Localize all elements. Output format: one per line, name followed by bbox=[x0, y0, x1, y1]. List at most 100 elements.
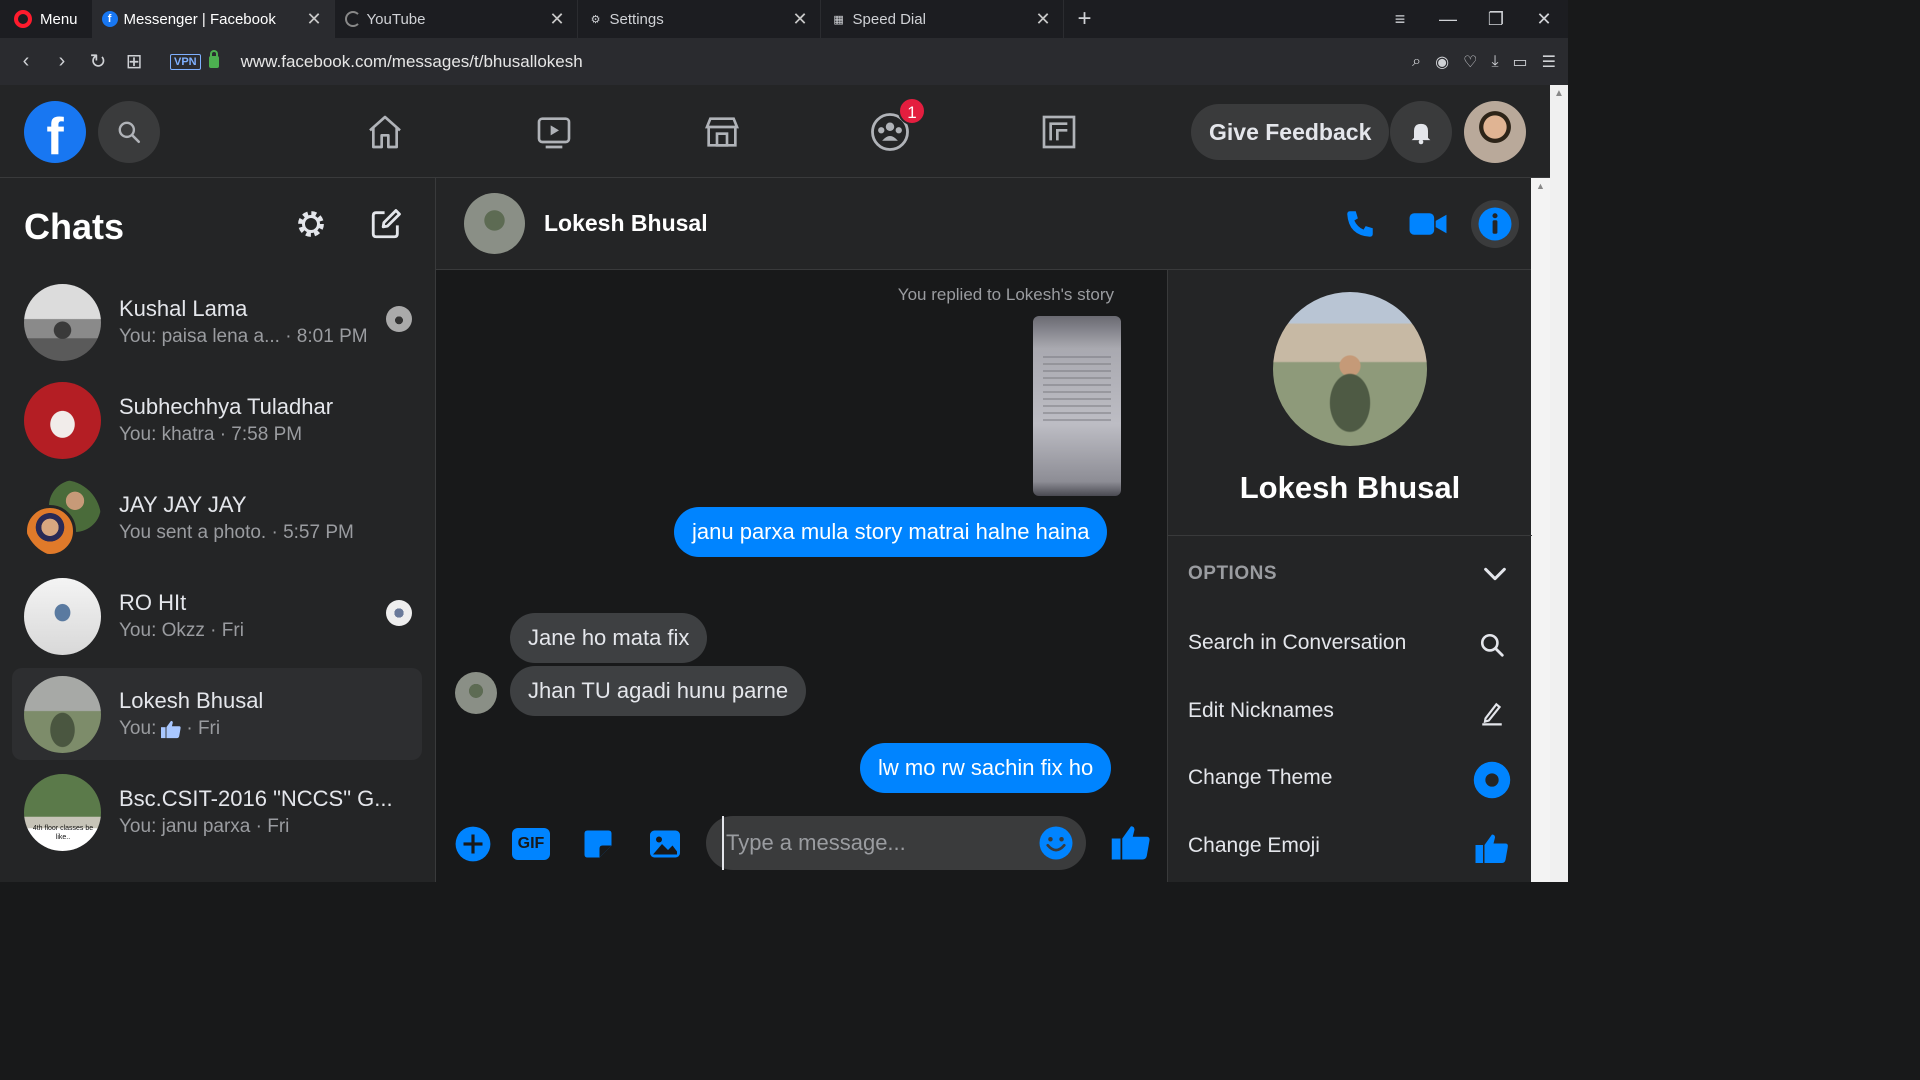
chat-name: Bsc.CSIT-2016 "NCCS" G... bbox=[119, 786, 393, 811]
avatar-caption: 4th floor classes be like.. bbox=[32, 825, 94, 841]
tab-youtube[interactable]: YouTube ✕ bbox=[335, 0, 578, 38]
info-avatar[interactable] bbox=[1273, 292, 1427, 446]
message-bubble-outgoing[interactable]: janu parxa mula story matrai halne haina bbox=[674, 507, 1108, 557]
chat-item[interactable]: Subhechhya Tuladhar You: khatra · 7:58 P… bbox=[12, 374, 422, 466]
home-icon bbox=[369, 115, 401, 149]
plus-circle-icon bbox=[455, 826, 491, 862]
conversation-name[interactable]: Lokesh Bhusal bbox=[544, 210, 708, 237]
battery-icon[interactable]: ▭ bbox=[1513, 52, 1528, 72]
tab-title: Messenger | Facebook bbox=[123, 10, 276, 28]
chevron-down-icon[interactable] bbox=[1481, 560, 1509, 588]
message-bubble-outgoing[interactable]: lw mo rw sachin fix ho bbox=[860, 743, 1112, 793]
nav-groups[interactable]: 1 bbox=[860, 97, 926, 159]
photo-button[interactable] bbox=[645, 824, 685, 864]
reload-icon[interactable]: ↻ bbox=[80, 49, 116, 74]
close-window-icon[interactable]: ✕ bbox=[1520, 9, 1568, 30]
scroll-up-icon[interactable]: ▲ bbox=[1550, 88, 1568, 99]
grid-icon: ▦ bbox=[833, 13, 844, 26]
search-button[interactable] bbox=[98, 101, 160, 163]
scroll-up-icon[interactable]: ▲ bbox=[1531, 181, 1550, 191]
chat-item[interactable]: JAY JAY JAY You sent a photo. · 5:57 PM bbox=[12, 472, 422, 564]
chat-name: Subhechhya Tuladhar bbox=[119, 394, 334, 419]
option-change-theme[interactable]: Change Theme bbox=[1168, 751, 1532, 807]
gear-icon bbox=[298, 211, 324, 237]
tab-messenger[interactable]: f Messenger | Facebook ✕ bbox=[91, 0, 335, 38]
message-input[interactable] bbox=[722, 816, 1022, 870]
nav-watch[interactable] bbox=[524, 105, 584, 159]
send-like-button[interactable] bbox=[1109, 820, 1153, 864]
avatar bbox=[24, 676, 101, 753]
bell-icon bbox=[1411, 123, 1431, 145]
zoom-icon[interactable]: ⌕ bbox=[1412, 53, 1421, 71]
audio-call-button[interactable] bbox=[1336, 200, 1384, 248]
easy-setup-icon[interactable]: ☰ bbox=[1542, 52, 1556, 72]
story-thumbnail[interactable] bbox=[1033, 316, 1121, 496]
chats-sidebar: Chats Kushal Lama You: paisa lena a... ·… bbox=[0, 178, 436, 882]
new-message-button[interactable] bbox=[364, 202, 408, 246]
gear-icon: ⚙ bbox=[590, 13, 601, 26]
option-change-emoji[interactable]: Change Emoji bbox=[1168, 819, 1532, 875]
chat-item[interactable]: RO HIt You: Okzz · Fri bbox=[12, 570, 422, 662]
close-tab-icon[interactable]: ✕ bbox=[1035, 9, 1050, 30]
nav-gaming[interactable] bbox=[1029, 105, 1089, 159]
message-bubble-incoming[interactable]: Jane ho mata fix bbox=[510, 613, 708, 663]
option-search-in-conversation[interactable]: Search in Conversation bbox=[1168, 616, 1532, 672]
chat-settings-button[interactable] bbox=[289, 202, 333, 246]
give-feedback-button[interactable]: Give Feedback bbox=[1191, 104, 1390, 160]
conversation-info-button[interactable] bbox=[1471, 200, 1519, 248]
conversation-avatar[interactable] bbox=[464, 193, 525, 254]
chat-item-active[interactable]: Lokesh Bhusal You: · Fri bbox=[12, 668, 422, 760]
page-scrollbar[interactable]: ▲ bbox=[1550, 85, 1568, 882]
options-section-title[interactable]: OPTIONS bbox=[1188, 563, 1277, 585]
message-bubble-incoming[interactable]: Jhan TU agadi hunu parne bbox=[510, 666, 807, 716]
sticker-button[interactable] bbox=[578, 824, 618, 864]
snapshot-icon[interactable]: ◉ bbox=[1435, 52, 1449, 72]
tabs-grid-icon[interactable]: ⊞ bbox=[116, 49, 152, 74]
emoji-icon[interactable] bbox=[1038, 825, 1074, 861]
conversation-scrollbar[interactable]: ▲ bbox=[1531, 178, 1550, 882]
restore-icon[interactable]: ❐ bbox=[1472, 9, 1520, 30]
gaming-icon bbox=[1042, 115, 1076, 149]
download-icon[interactable]: ⤓ bbox=[1491, 53, 1498, 71]
more-actions-button[interactable] bbox=[453, 824, 493, 864]
notifications-button[interactable] bbox=[1390, 101, 1452, 163]
conversation-header: Lokesh Bhusal bbox=[436, 178, 1531, 270]
facebook-logo[interactable]: f bbox=[24, 101, 86, 163]
close-tab-icon[interactable]: ✕ bbox=[549, 9, 564, 30]
vpn-badge[interactable]: VPN bbox=[170, 53, 201, 70]
minimize-icon[interactable]: — bbox=[1424, 9, 1472, 30]
forward-icon[interactable]: › bbox=[44, 50, 80, 73]
profile-avatar[interactable] bbox=[1464, 101, 1526, 163]
tab-menu-icon[interactable]: ≡ bbox=[1376, 9, 1424, 30]
nav-home[interactable] bbox=[355, 105, 415, 159]
option-edit-nicknames[interactable]: Edit Nicknames bbox=[1168, 684, 1532, 740]
back-icon[interactable]: ‹ bbox=[8, 50, 44, 73]
bookmark-heart-icon[interactable]: ♡ bbox=[1463, 52, 1477, 72]
chat-preview: You sent a photo. · 5:57 PM bbox=[119, 522, 354, 543]
address-bar: ‹ › ↻ ⊞ VPN www.facebook.com/messages/t/… bbox=[0, 38, 1568, 85]
new-tab-button[interactable]: + bbox=[1064, 5, 1106, 33]
info-name: Lokesh Bhusal bbox=[1239, 470, 1461, 505]
gif-button[interactable]: GIF bbox=[511, 824, 551, 864]
chat-name: JAY JAY JAY bbox=[119, 492, 247, 517]
close-tab-icon[interactable]: ✕ bbox=[306, 9, 321, 30]
option-label: Change Emoji bbox=[1188, 834, 1320, 857]
browser-menu-button[interactable]: Menu bbox=[0, 0, 92, 38]
opera-logo-icon bbox=[14, 10, 32, 28]
option-label: Search in Conversation bbox=[1188, 631, 1407, 654]
chat-preview: You: paisa lena a... · 8:01 PM bbox=[119, 326, 368, 347]
video-call-button[interactable] bbox=[1404, 200, 1452, 248]
avatar bbox=[24, 578, 101, 655]
close-tab-icon[interactable]: ✕ bbox=[792, 9, 807, 30]
watch-icon bbox=[537, 117, 571, 149]
loading-icon bbox=[344, 11, 361, 27]
nav-marketplace[interactable] bbox=[692, 105, 752, 159]
url-field[interactable]: www.facebook.com/messages/t/bhusallokesh bbox=[241, 52, 583, 72]
lock-icon[interactable] bbox=[208, 49, 219, 68]
tab-speed-dial[interactable]: ▦ Speed Dial ✕ bbox=[821, 0, 1064, 38]
chat-name: Lokesh Bhusal bbox=[119, 688, 264, 713]
chat-item[interactable]: 4th floor classes be like.. Bsc.CSIT-201… bbox=[12, 766, 422, 858]
chat-item[interactable]: Kushal Lama You: paisa lena a... · 8:01 … bbox=[12, 276, 422, 368]
tab-settings[interactable]: ⚙ Settings ✕ bbox=[578, 0, 821, 38]
image-icon bbox=[650, 830, 680, 858]
